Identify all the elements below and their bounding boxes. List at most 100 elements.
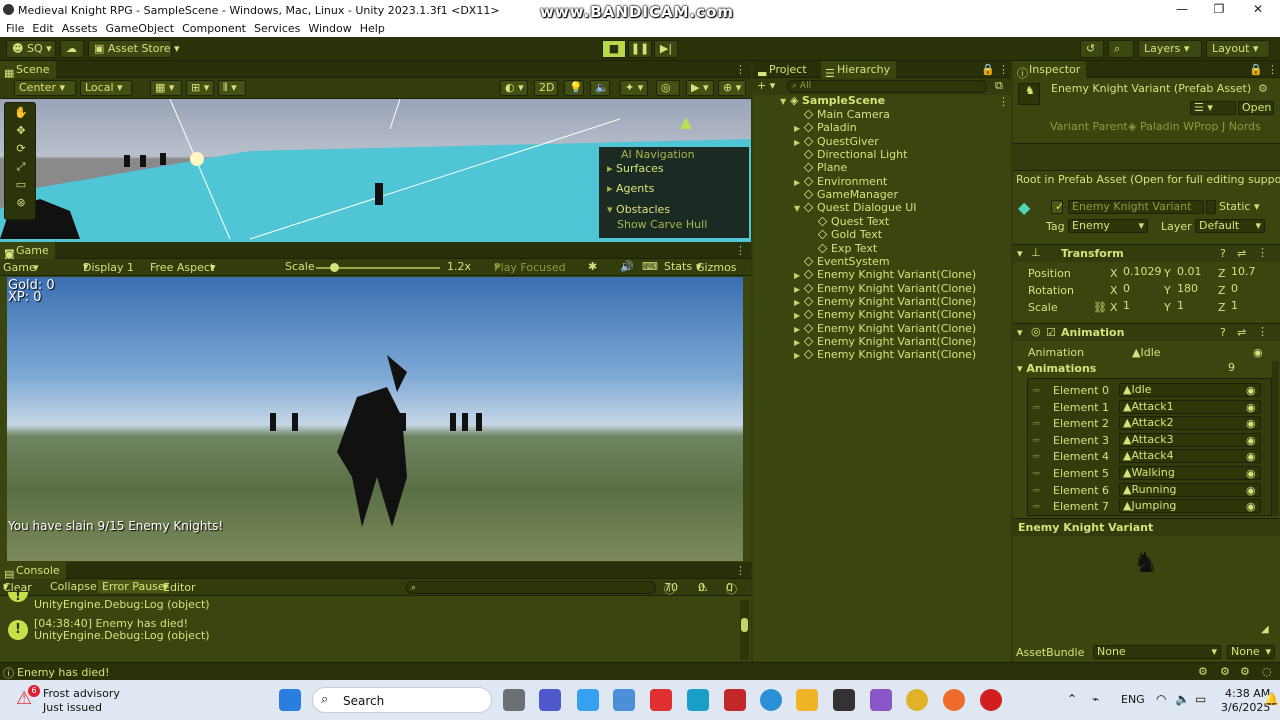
gizmos-dropdown[interactable]: Gizmos ▾ xyxy=(696,260,737,274)
close-button[interactable]: ✕ xyxy=(1248,2,1268,18)
rotation-x-input[interactable]: 0 xyxy=(1120,283,1162,297)
scale-tool-icon[interactable]: ⤢ xyxy=(7,159,35,175)
mode-2d-toggle[interactable]: 2D xyxy=(534,80,558,96)
clock-date[interactable]: 3/6/2025 xyxy=(1221,701,1270,714)
open-prefab-button[interactable]: Open xyxy=(1238,101,1274,115)
animation-element-field[interactable]: ▲Jumping xyxy=(1119,499,1261,514)
progress-icon[interactable]: ◌ xyxy=(1262,665,1272,678)
axis-z-label[interactable]: Z xyxy=(1218,301,1226,314)
scene-viewport[interactable]: ✋ ✥ ⟳ ⤢ ▭ ⊛ AI Navigation ▸ Surfaces ▸ A… xyxy=(0,99,751,242)
account-dropdown[interactable]: ☻ SQ ▾ xyxy=(6,40,56,58)
hierarchy-item[interactable]: ▶ QuestGiver xyxy=(794,135,879,148)
menu-file[interactable]: File xyxy=(6,22,24,35)
position-x-input[interactable]: 0.1029 xyxy=(1120,266,1162,280)
teams-icon[interactable] xyxy=(539,689,561,711)
tab-game[interactable]: ◙ Game xyxy=(0,242,55,261)
scale-z-input[interactable]: 1 xyxy=(1228,300,1270,314)
error-pause-toggle[interactable]: Error Pause xyxy=(98,580,169,593)
object-picker-icon[interactable]: ◉ xyxy=(1246,484,1256,497)
edge-icon[interactable] xyxy=(760,689,782,711)
expand-arrow-icon[interactable]: ▶ xyxy=(794,269,804,282)
more-options-icon[interactable]: ⋮ xyxy=(735,564,746,577)
transform-tool-icon[interactable]: ⊛ xyxy=(7,195,35,211)
expand-arrow-icon[interactable]: ▶ xyxy=(794,349,804,362)
create-dropdown[interactable]: + ▾ xyxy=(757,79,775,92)
mcafee-icon[interactable] xyxy=(724,689,746,711)
bug-icon[interactable]: ✱ xyxy=(588,260,597,273)
animation-element-field[interactable]: ▲Attack1 xyxy=(1119,399,1261,414)
pivot-center-dropdown[interactable]: Center ▾ xyxy=(14,80,76,96)
axis-y-label[interactable]: Y xyxy=(1164,284,1171,297)
rotate-tool-icon[interactable]: ⟳ xyxy=(7,141,35,157)
hierarchy-item[interactable]: Plane xyxy=(794,161,847,174)
drag-handle-icon[interactable]: ═ xyxy=(1033,417,1040,430)
animations-list-label[interactable]: ▾ Animations xyxy=(1017,362,1096,375)
game-viewport[interactable]: Gold: 0 XP: 0 You have slain 9/15 Enemy … xyxy=(7,277,743,561)
active-checkbox[interactable]: ✓ xyxy=(1051,200,1063,214)
transform-header[interactable]: ▾ ⊥ Transform ? ⇌ ⋮ xyxy=(1013,244,1280,262)
presets-icon[interactable]: ⇌ xyxy=(1237,247,1246,260)
axis-x-label[interactable]: X xyxy=(1110,284,1118,297)
lighting-icon[interactable]: 💡 xyxy=(564,80,584,96)
hierarchy-item[interactable]: Quest Text xyxy=(808,215,889,228)
animation-header[interactable]: ▾ ◎ ☑ Animation ? ⇌ ⋮ xyxy=(1013,323,1280,341)
status-message[interactable]: Enemy has died! xyxy=(17,666,110,679)
hierarchy-item[interactable]: GameManager xyxy=(794,188,898,201)
expand-arrow-icon[interactable]: ▶ xyxy=(794,336,804,349)
rotation-y-input[interactable]: 180 xyxy=(1174,283,1216,297)
expand-arrow-icon[interactable]: ▶ xyxy=(794,136,804,149)
menu-component[interactable]: Component xyxy=(182,22,246,35)
notifications-icon[interactable]: 🔔 xyxy=(1264,692,1279,706)
static-checkbox[interactable] xyxy=(1206,200,1216,214)
layers-dropdown[interactable]: Layers ▾ xyxy=(1138,40,1202,58)
grid-snap-icon[interactable]: ▦ ▾ xyxy=(150,80,182,96)
expand-arrow-icon[interactable]: ▶ xyxy=(794,323,804,336)
effects-icon[interactable]: ✦ ▾ xyxy=(620,80,648,96)
store-icon[interactable] xyxy=(613,689,635,711)
hierarchy-item[interactable]: ▶ Enemy Knight Variant(Clone) xyxy=(794,348,976,361)
preview-header[interactable]: Enemy Knight Variant xyxy=(1013,518,1280,536)
layout-dropdown[interactable]: Layout ▾ xyxy=(1206,40,1270,58)
collapse-toggle[interactable]: Collapse xyxy=(50,580,97,593)
axis-z-label[interactable]: Z xyxy=(1218,284,1226,297)
tab-console[interactable]: ▤ Console xyxy=(0,562,66,581)
editor-dropdown[interactable]: Editor ▾ xyxy=(163,580,196,594)
move-tool-icon[interactable]: ✥ xyxy=(7,123,35,139)
scene-visibility-icon[interactable]: ◎ xyxy=(656,80,680,96)
tag-dropdown[interactable]: Enemy ▾ xyxy=(1068,219,1148,233)
play-button[interactable]: ■ xyxy=(602,40,626,58)
chrome-icon[interactable] xyxy=(906,689,928,711)
drag-handle-icon[interactable]: ═ xyxy=(1033,401,1040,414)
animation-clip-field[interactable]: ▲Idle xyxy=(1132,346,1161,359)
scale-link-icon[interactable]: ⛓ xyxy=(1093,301,1107,314)
maximize-button[interactable]: ❐ xyxy=(1209,2,1229,18)
expand-arrow-icon[interactable]: ▶ xyxy=(794,296,804,309)
firefox-icon[interactable] xyxy=(943,689,965,711)
weather-title[interactable]: Frost advisory xyxy=(43,687,120,700)
position-z-input[interactable]: 10.7 xyxy=(1228,266,1270,280)
show-hidden-icons-icon[interactable]: ⌃ xyxy=(1067,692,1077,706)
hierarchy-item[interactable]: ▶ Enemy Knight Variant(Clone) xyxy=(794,335,976,348)
display-dropdown[interactable]: Display 1 ▾ xyxy=(83,260,134,274)
console-scroll-thumb[interactable] xyxy=(741,618,748,632)
hierarchy-item[interactable]: Exp Text xyxy=(808,242,877,255)
hierarchy-item[interactable]: Gold Text xyxy=(808,228,882,241)
tab-project[interactable]: ▬ Project xyxy=(753,61,813,80)
shading-mode-icon[interactable]: ◐ ▾ xyxy=(500,80,528,96)
menu-edit[interactable]: Edit xyxy=(32,22,53,35)
axis-y-label[interactable]: Y xyxy=(1164,301,1171,314)
start-icon[interactable] xyxy=(279,689,301,711)
animation-element-field[interactable]: ▲Attack4 xyxy=(1119,449,1261,464)
network-icon[interactable]: ⌁ xyxy=(1092,692,1099,706)
model-preview[interactable]: ♞ ◢ xyxy=(1013,536,1280,641)
axis-x-label[interactable]: X xyxy=(1110,267,1118,280)
search-filter-icon[interactable]: ⧉ xyxy=(995,79,1003,93)
log-entry-stack[interactable]: UnityEngine.Debug:Log (object) xyxy=(34,598,210,611)
console-scrollbar[interactable] xyxy=(740,600,749,660)
expand-arrow-icon[interactable]: ▶ xyxy=(794,122,804,135)
hierarchy-item[interactable]: ▶ Enemy Knight Variant(Clone) xyxy=(794,268,976,281)
animation-element-field[interactable]: ▲Walking xyxy=(1119,466,1261,480)
hierarchy-item[interactable]: ▶ Enemy Knight Variant(Clone) xyxy=(794,295,976,308)
hierarchy-item[interactable]: ▶ Enemy Knight Variant(Clone) xyxy=(794,282,976,295)
stats-button[interactable]: Stats xyxy=(664,260,692,273)
